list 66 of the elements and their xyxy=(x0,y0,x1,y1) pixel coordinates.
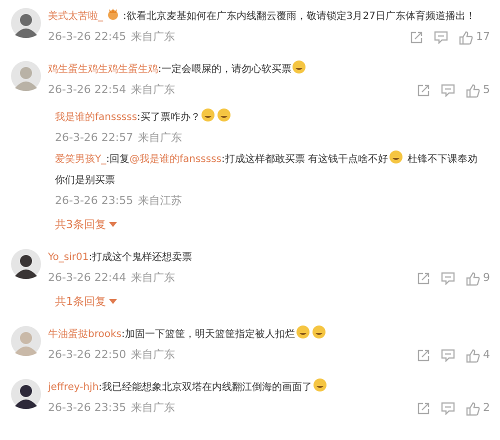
comment-text: :欲看北京麦基如何在广东内线翻云覆雨，敬请锁定3月27日广东体育频道播出！ xyxy=(123,11,476,22)
comment-text: 杜锋不下课奉劝 xyxy=(406,154,478,165)
emoji-icon xyxy=(313,378,328,392)
comment-time: 26-3-26 22:44 xyxy=(48,270,126,286)
caret-icon xyxy=(109,299,117,305)
comment-location: 来自江苏 xyxy=(138,193,182,210)
username-link[interactable]: 美式太苦啦_ xyxy=(48,11,103,22)
comment-location: 来自广东 xyxy=(131,29,176,46)
comment-text: :加固一下篮筐，明天篮筐指定被人扣烂 xyxy=(121,329,295,340)
share-icon[interactable] xyxy=(417,272,430,285)
comment-time: 26-3-26 22:57 xyxy=(55,130,134,146)
emoji-icon xyxy=(217,108,232,122)
comment-icon[interactable] xyxy=(441,272,455,285)
comment-location: 来自广东 xyxy=(131,82,176,98)
username-link[interactable]: jeffrey-hjh xyxy=(48,382,99,393)
like-count: 2 xyxy=(483,400,490,416)
medal-icon xyxy=(106,7,120,21)
username-link[interactable]: Yo_sir01 xyxy=(48,252,89,263)
comment-icon[interactable] xyxy=(441,84,455,97)
expand-replies-link[interactable]: 共3条回复 xyxy=(55,214,117,236)
avatar[interactable] xyxy=(11,379,41,409)
comment-text: :打成这个鬼样还想卖票 xyxy=(88,252,192,263)
share-icon[interactable] xyxy=(417,349,430,362)
comment-time: 26-3-26 23:55 xyxy=(55,193,134,210)
thumbs-up-icon[interactable] xyxy=(466,348,480,362)
comment-text: :我已经能想象北京双塔在内线翻江倒海的画面了 xyxy=(98,382,312,393)
share-icon[interactable] xyxy=(417,84,430,97)
comment-icon[interactable] xyxy=(434,31,448,44)
username-link[interactable]: 爱笑男孩Y_ xyxy=(55,154,106,165)
expand-replies-link[interactable]: 共1条回复 xyxy=(55,291,117,313)
like-count: 4 xyxy=(483,347,490,364)
comment-text: :买了票咋办？ xyxy=(137,112,200,123)
comment-time: 26-3-26 23:35 xyxy=(48,400,126,416)
share-icon[interactable] xyxy=(417,402,430,415)
comment-time: 26-3-26 22:50 xyxy=(48,347,126,364)
emoji-icon xyxy=(201,108,216,122)
avatar[interactable] xyxy=(11,249,41,279)
username-link[interactable]: 鸡生蛋生鸡生鸡生蛋生鸡 xyxy=(48,64,158,75)
username-link[interactable]: @我是谁的fansssss xyxy=(129,154,222,165)
comment-time: 26-3-26 22:54 xyxy=(48,82,126,98)
comment-text: :打成这样都敢买票 有这钱干点啥不好 xyxy=(222,154,388,165)
thumbs-up-icon[interactable] xyxy=(466,272,480,286)
like-count: 5 xyxy=(483,82,490,98)
comment-icon[interactable] xyxy=(441,402,455,415)
username-link[interactable]: 我是谁的fansssss xyxy=(55,112,138,123)
comment-text: :回复 xyxy=(106,154,130,165)
emoji-icon xyxy=(292,60,306,74)
thumbs-up-icon[interactable] xyxy=(466,402,480,416)
thumbs-up-icon[interactable] xyxy=(466,84,480,98)
username-link[interactable]: 牛油蛋挞brooks xyxy=(48,329,122,340)
like-count: 17 xyxy=(476,29,490,46)
comment-location: 来自广东 xyxy=(131,270,176,286)
comment-location: 来自广东 xyxy=(138,130,182,146)
like-count: 9 xyxy=(483,270,490,286)
comment-location: 来自广东 xyxy=(131,347,176,364)
share-icon[interactable] xyxy=(410,31,423,44)
comment-text: 你们是别买票 xyxy=(55,175,115,186)
emoji-icon xyxy=(312,325,326,339)
caret-icon xyxy=(109,222,117,228)
emoji-icon xyxy=(389,150,404,164)
thumbs-up-icon[interactable] xyxy=(459,30,473,44)
comment-icon[interactable] xyxy=(441,349,455,362)
comment-location: 来自广东 xyxy=(131,400,176,416)
comment-time: 26-3-26 22:45 xyxy=(48,29,126,46)
comment-text: :一定会喂屎的，请勿心软买票 xyxy=(158,64,292,75)
emoji-icon xyxy=(296,325,310,339)
